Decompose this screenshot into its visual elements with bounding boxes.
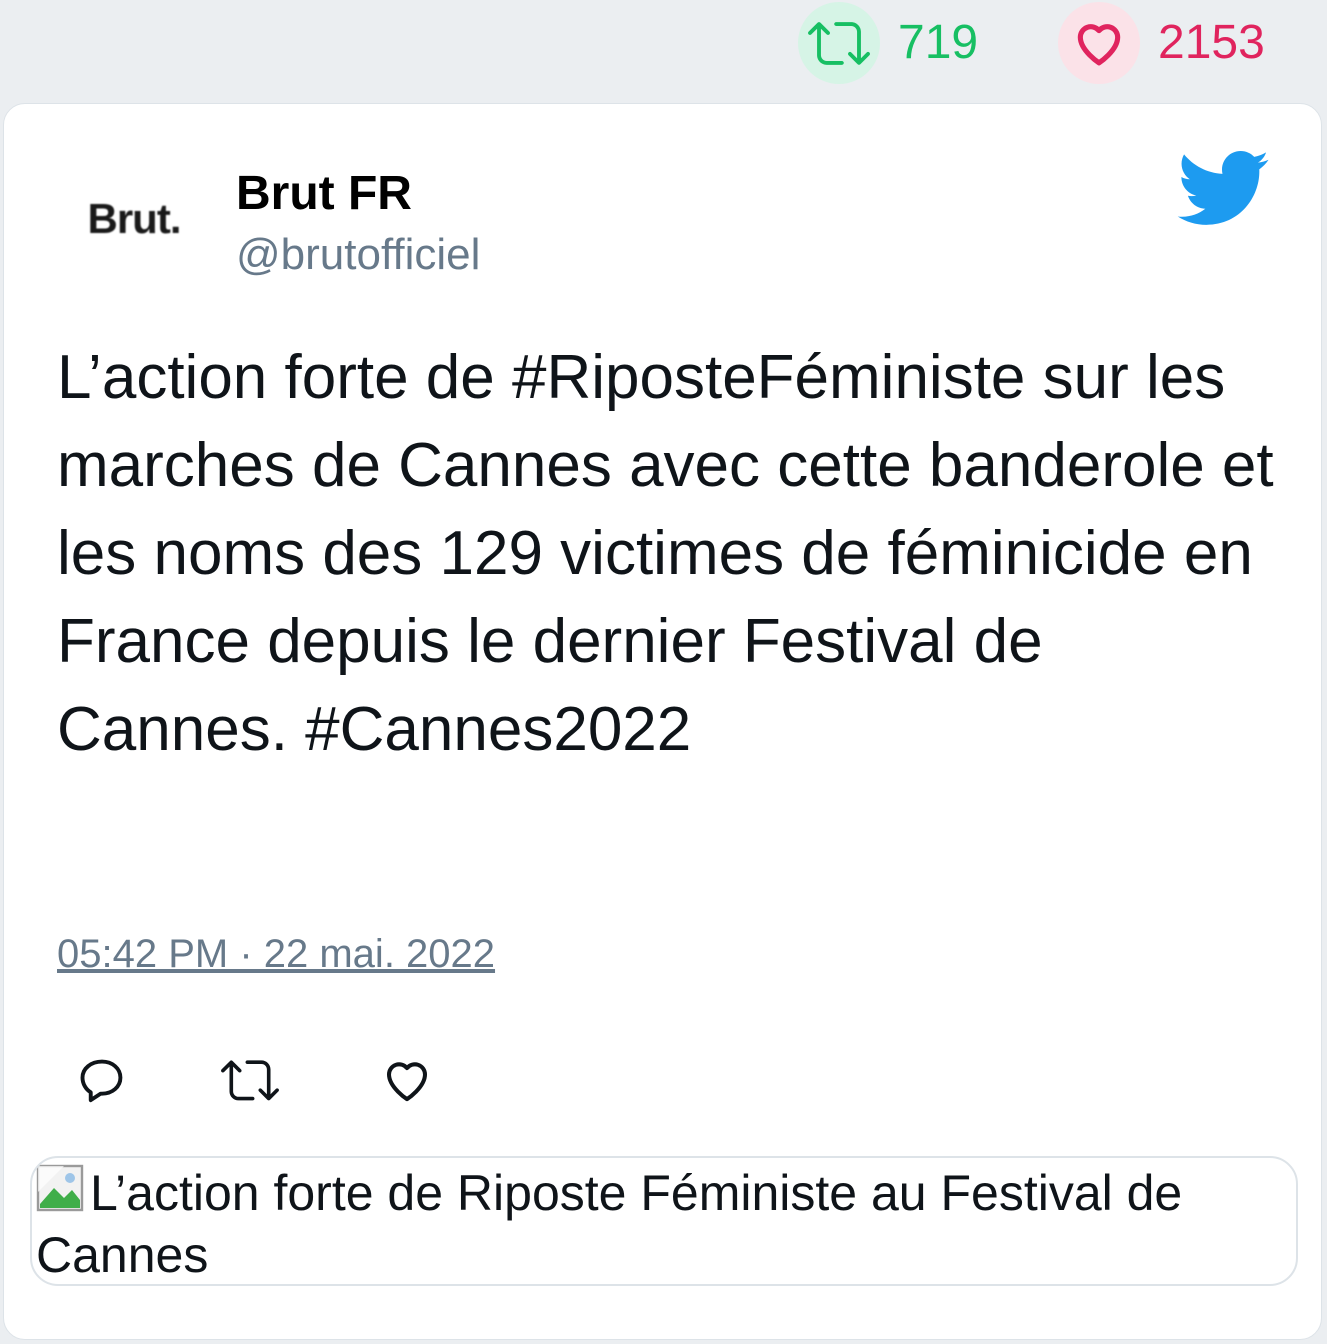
avatar[interactable]: Brut.	[64, 164, 204, 274]
retweet-icon[interactable]	[798, 2, 880, 84]
author-handle[interactable]: @brutofficiel	[236, 230, 480, 280]
tweet-card: Brut. Brut FR @brutofficiel L’action for…	[3, 103, 1322, 1340]
reply-button[interactable]	[74, 1054, 130, 1110]
like-button[interactable]	[379, 1054, 435, 1110]
tweet-stats: 719 2153	[0, 0, 1327, 100]
reply-icon	[76, 1054, 128, 1111]
tweet-text: L’action forte de #RiposteFéministe sur …	[57, 343, 1274, 764]
tweet-timestamp[interactable]: 05:42 PM · 22 mai. 2022	[57, 932, 495, 977]
avatar-logo: Brut.	[87, 195, 182, 242]
twitter-bird-icon[interactable]	[1174, 148, 1270, 228]
tweet-media[interactable]: L’action forte de Riposte Féministe au F…	[30, 1156, 1298, 1286]
broken-image-icon	[36, 1164, 88, 1216]
media-alt-text: L’action forte de Riposte Féministe au F…	[36, 1165, 1183, 1283]
retweet-count: 719	[898, 16, 979, 69]
like-stat: 2153	[1058, 2, 1265, 84]
like-count: 2153	[1158, 16, 1265, 69]
retweet-stat: 719	[798, 2, 978, 84]
author-name[interactable]: Brut FR	[236, 166, 412, 221]
heart-icon[interactable]	[1058, 2, 1140, 84]
heart-icon	[380, 1053, 434, 1112]
retweet-icon	[221, 1051, 279, 1114]
retweet-button[interactable]	[221, 1054, 279, 1110]
